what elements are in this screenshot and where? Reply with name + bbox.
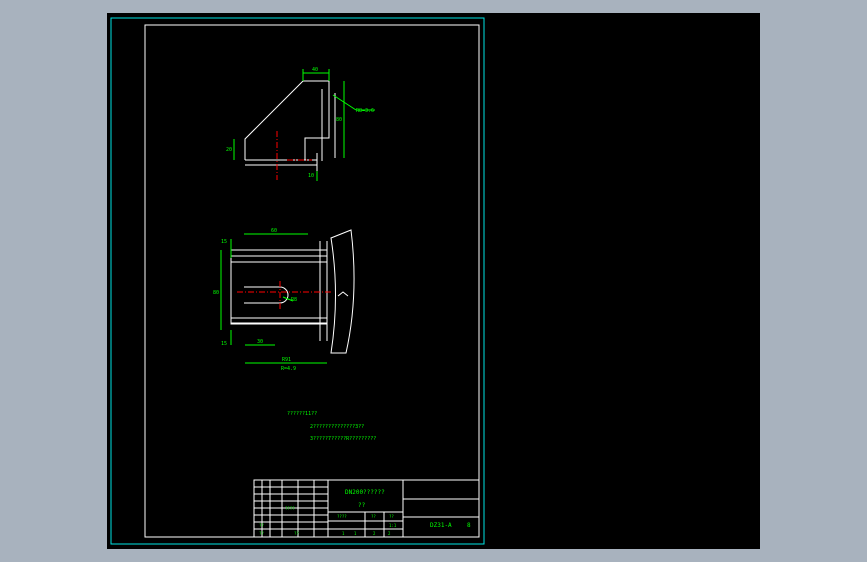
plan-view: 60 15 80 15 30 R91 R=4.9 R8 bbox=[213, 228, 355, 372]
left-cell-4: ?? bbox=[294, 531, 299, 536]
technical-notes: ??????11?? 2??????????????3?? 3?????7???… bbox=[287, 411, 376, 442]
dim-note-text: R=4.9 bbox=[281, 366, 296, 372]
mid-cell-3: ?? bbox=[389, 514, 394, 519]
mid-cell-6: 1 bbox=[354, 531, 357, 536]
pipe-section bbox=[330, 229, 355, 354]
mid-cell-8: 2 bbox=[388, 531, 391, 536]
pipe-break bbox=[337, 291, 349, 297]
dim-top-offset-text: 15 bbox=[221, 239, 227, 245]
dim-top-width-text: 60 bbox=[271, 228, 277, 234]
dim-right-text: 80 bbox=[336, 117, 342, 123]
note-2: 2??????????????3?? bbox=[310, 424, 364, 430]
mid-cell-5: 1 bbox=[342, 531, 345, 536]
dim-slot-offset-text: 30 bbox=[257, 339, 263, 345]
cad-viewport[interactable]: 40 80 R8=3.6 20 10 60 15 80 15 30 R91 R=… bbox=[107, 13, 760, 549]
dim-top-text: 40 bbox=[312, 67, 318, 73]
dim-bottom-offset-text: 15 bbox=[221, 341, 227, 347]
bracket-outline bbox=[244, 80, 330, 160]
mid-cell-7: 2 bbox=[373, 531, 376, 536]
callout-text: R8=3.6 bbox=[356, 108, 374, 114]
left-cell-1: ???? bbox=[285, 506, 295, 511]
drawing-canvas: 40 80 R8=3.6 20 10 60 15 80 15 30 R91 R=… bbox=[110, 17, 485, 545]
drawing-number: DZ31-A bbox=[430, 522, 452, 529]
left-cell-2: ?? bbox=[259, 523, 264, 528]
left-cell-3: ?? bbox=[259, 531, 264, 536]
dim-left-text: 20 bbox=[226, 147, 232, 153]
mid-cell-2: ?? bbox=[371, 514, 376, 519]
sheet-number: 8 bbox=[467, 522, 471, 529]
upper-flange bbox=[230, 255, 328, 263]
slot bbox=[244, 286, 289, 304]
dim-width-text: R91 bbox=[282, 357, 291, 363]
outer-frame bbox=[110, 17, 485, 545]
title-line-1: DN200?????? bbox=[345, 489, 385, 496]
front-view: 40 80 R8=3.6 20 10 bbox=[226, 67, 375, 181]
note-3: 3?????7?????R????????? bbox=[310, 436, 376, 442]
slot-radius-text: R8 bbox=[291, 297, 297, 303]
mid-cell-4: 1:1 bbox=[389, 523, 397, 528]
dim-height-text: 80 bbox=[213, 290, 219, 296]
inner-frame bbox=[144, 24, 480, 538]
dim-bottom-text: 10 bbox=[308, 173, 314, 179]
title-line-2: ?? bbox=[358, 502, 366, 509]
note-1: ??????11?? bbox=[287, 411, 317, 417]
mid-cell-1: ???? bbox=[337, 514, 347, 519]
